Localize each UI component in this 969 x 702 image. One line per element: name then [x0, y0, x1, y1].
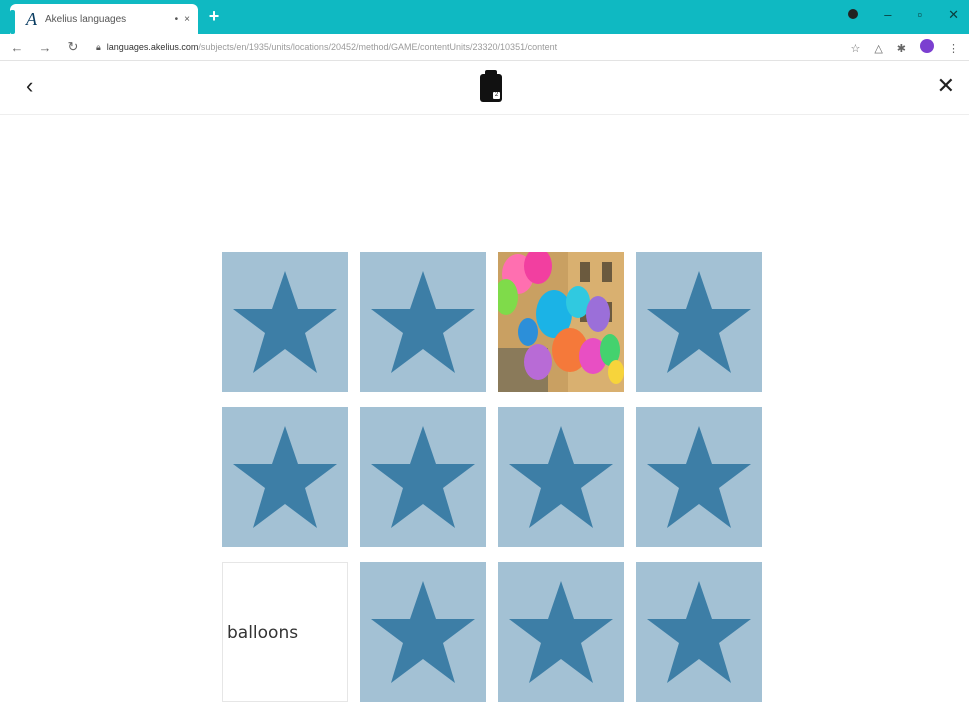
face-down-card[interactable] [360, 252, 486, 392]
close-button[interactable]: ✕ [937, 74, 955, 98]
game-mode-icon: 2 [480, 70, 502, 102]
star-icon [233, 426, 337, 528]
window-close-icon[interactable]: ✕ [948, 6, 959, 24]
tab-audio-icon[interactable]: • [175, 14, 179, 25]
face-down-card[interactable] [636, 562, 762, 702]
back-button[interactable]: ‹ [26, 74, 33, 98]
restore-icon[interactable]: ▫ [917, 6, 922, 24]
star-icon [371, 271, 475, 373]
url-host: languages.akelius.com [106, 42, 199, 52]
star-icon [509, 581, 613, 683]
forward-arrow-icon[interactable]: → [34, 40, 56, 55]
extensions-puzzle-icon[interactable]: ✱ [897, 41, 906, 57]
browser-tab-strip: A Akelius languages • × + – ▫ ✕ [0, 0, 969, 34]
face-down-card[interactable] [360, 562, 486, 702]
reload-icon[interactable]: ↻ [62, 39, 84, 55]
minimize-icon[interactable]: – [884, 6, 891, 24]
balloons-image [498, 252, 624, 392]
url-input[interactable]: 🔒︎ languages.akelius.com /subjects/en/19… [96, 38, 836, 56]
menu-dots-icon[interactable]: ⋮ [948, 41, 959, 57]
star-icon [371, 581, 475, 683]
balloons-photo-card[interactable] [498, 252, 624, 392]
word-card[interactable]: balloons [222, 562, 348, 702]
user-avatar[interactable] [920, 39, 934, 58]
face-down-card[interactable] [222, 407, 348, 547]
lock-icon: 🔒︎ [96, 41, 101, 52]
star-icon [509, 426, 613, 528]
address-bar: ← → ↻ 🔒︎ languages.akelius.com /subjects… [0, 34, 969, 61]
tab-title: Akelius languages [45, 13, 127, 25]
face-down-card[interactable] [360, 407, 486, 547]
extension-icons: ☆ △ ✱ ⋮ [850, 39, 959, 58]
face-down-card[interactable] [636, 407, 762, 547]
akelius-logo-icon: A [26, 9, 37, 29]
back-arrow-icon[interactable]: ← [6, 40, 28, 55]
bookmark-star-icon[interactable]: ☆ [850, 41, 860, 57]
tab-accent [10, 10, 15, 34]
browser-tab[interactable]: A Akelius languages • × [10, 4, 198, 34]
app-header: ‹ 2 ✕ [0, 62, 969, 115]
drive-icon[interactable]: △ [874, 41, 882, 57]
face-down-card[interactable] [498, 407, 624, 547]
star-icon [647, 426, 751, 528]
star-icon [647, 271, 751, 373]
profile-icon[interactable] [848, 6, 859, 24]
star-icon [647, 581, 751, 683]
face-down-card[interactable] [222, 252, 348, 392]
face-down-card[interactable] [498, 562, 624, 702]
window-controls: – ▫ ✕ [848, 6, 959, 24]
url-path: /subjects/en/1935/units/locations/20452/… [198, 42, 558, 52]
new-tab-button[interactable]: + [205, 7, 223, 25]
game-mode-badge: 2 [493, 92, 500, 99]
star-icon [233, 271, 337, 373]
face-down-card[interactable] [636, 252, 762, 392]
tab-close-icon[interactable]: × [184, 14, 190, 25]
star-icon [371, 426, 475, 528]
memory-game-board: balloons [222, 252, 763, 702]
word-card-label: balloons [227, 623, 299, 643]
